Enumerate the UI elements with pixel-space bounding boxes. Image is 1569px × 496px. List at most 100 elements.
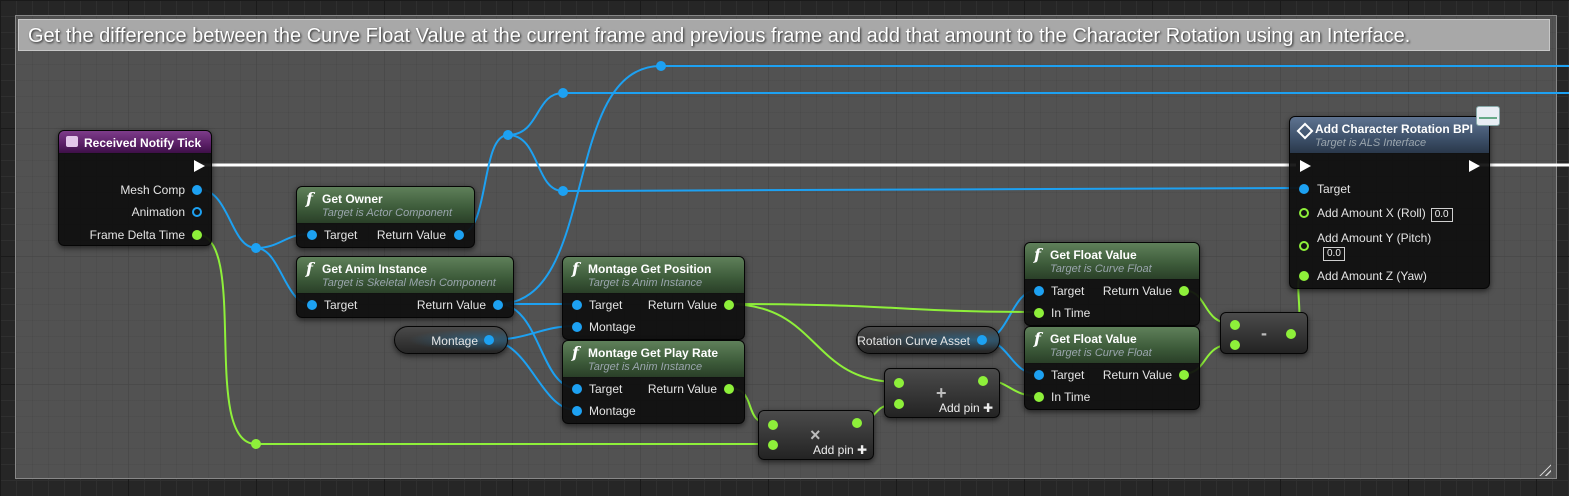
pin-target[interactable]: Target <box>589 382 622 396</box>
pin-target[interactable]: Target <box>324 228 357 242</box>
add-out[interactable] <box>978 376 988 386</box>
node-header[interactable]: f Montage Get Position Target is Anim In… <box>563 257 744 294</box>
node-title: Get Float Value <box>1050 332 1137 346</box>
node-subtitle: Target is Anim Instance <box>588 361 703 373</box>
node-header[interactable]: f Montage Get Play Rate Target is Anim I… <box>563 341 744 378</box>
node-header[interactable]: f Get Anim Instance Target is Skeletal M… <box>297 257 513 294</box>
add-in-b[interactable] <box>894 399 904 409</box>
node-title: Get Float Value <box>1050 248 1137 262</box>
node-title: Get Owner <box>322 192 383 206</box>
exec-out-pin[interactable] <box>194 160 205 172</box>
montage-variable-node[interactable]: Montage <box>394 326 508 354</box>
pin-amount-x[interactable]: Add Amount X (Roll) 0.0 <box>1317 206 1453 222</box>
subtract-in-b[interactable] <box>1230 340 1240 350</box>
pin-target-dot[interactable] <box>1299 184 1309 194</box>
pin-target[interactable]: Target <box>589 298 622 312</box>
pin-target[interactable]: Target <box>1051 368 1084 382</box>
rotation-curve-out-pin[interactable] <box>977 335 987 345</box>
comment-resize-grip[interactable] <box>1539 464 1551 476</box>
pin-target-dot[interactable] <box>572 300 582 310</box>
pin-amount-y[interactable]: Add Amount Y (Pitch) 0.0 <box>1317 231 1431 261</box>
multiply-in-b[interactable] <box>768 440 778 450</box>
pin-amount-y-dot[interactable] <box>1299 241 1309 251</box>
function-f-icon: f <box>572 343 579 362</box>
amount-y-input[interactable]: 0.0 <box>1323 247 1345 261</box>
pin-return-value-dot[interactable] <box>454 230 464 240</box>
pin-montage[interactable]: Montage <box>589 404 636 418</box>
pin-amount-x-dot[interactable] <box>1299 208 1309 218</box>
pin-target[interactable]: Target <box>1051 284 1084 298</box>
add-character-rotation-bpi-node[interactable]: Add Character Rotation BPI Target is ALS… <box>1289 116 1490 289</box>
pin-return-value[interactable]: Return Value <box>648 298 717 312</box>
rotation-curve-asset-node[interactable]: Rotation Curve Asset <box>856 326 1000 354</box>
exec-out-pin[interactable] <box>1469 160 1480 172</box>
pin-target-dot[interactable] <box>307 300 317 310</box>
subtract-node[interactable]: - <box>1220 312 1308 354</box>
pin-return-value[interactable]: Return Value <box>1103 284 1172 298</box>
add-pin-button[interactable]: Add pin ✚ <box>813 443 867 457</box>
exec-in-pin[interactable] <box>1300 160 1311 172</box>
add-pin-button[interactable]: Add pin ✚ <box>939 401 993 415</box>
add-in-a[interactable] <box>894 378 904 388</box>
pin-frame-delta-time[interactable]: Frame Delta Time <box>90 228 185 242</box>
pin-animation[interactable]: Animation <box>132 205 185 219</box>
pin-return-value-dot[interactable] <box>724 300 734 310</box>
received-notify-tick-node[interactable]: Received Notify Tick Mesh Comp Animation… <box>58 130 212 246</box>
pin-amount-z-dot[interactable] <box>1299 271 1309 281</box>
node-header[interactable]: f Get Float Value Target is Curve Float <box>1025 327 1199 364</box>
node-header[interactable]: Add Character Rotation BPI Target is ALS… <box>1290 117 1489 154</box>
pin-mesh-comp-dot[interactable] <box>192 185 202 195</box>
pin-return-value-dot[interactable] <box>724 384 734 394</box>
node-header[interactable]: Received Notify Tick <box>59 131 211 154</box>
pin-target-dot[interactable] <box>1034 286 1044 296</box>
node-header[interactable]: f Get Owner Target is Actor Component <box>297 187 474 224</box>
pin-return-value-dot[interactable] <box>493 300 503 310</box>
pin-target-dot[interactable] <box>1034 370 1044 380</box>
subtract-in-a[interactable] <box>1230 320 1240 330</box>
multiply-out[interactable] <box>852 418 862 428</box>
amount-x-input[interactable]: 0.0 <box>1430 208 1453 222</box>
get-float-value-node-1[interactable]: f Get Float Value Target is Curve Float … <box>1024 242 1200 326</box>
node-header[interactable]: f Get Float Value Target is Curve Float <box>1025 243 1199 280</box>
node-subtitle: Target is Skeletal Mesh Component <box>322 277 496 289</box>
event-icon <box>66 136 78 147</box>
envelope-icon <box>1476 106 1500 126</box>
node-subtitle: Target is Anim Instance <box>588 277 703 289</box>
pin-target-dot[interactable] <box>572 384 582 394</box>
pin-in-time-dot[interactable] <box>1034 308 1044 318</box>
pin-return-value-dot[interactable] <box>1179 286 1189 296</box>
pin-in-time[interactable]: In Time <box>1051 390 1090 404</box>
node-subtitle: Target is ALS Interface <box>1315 137 1427 149</box>
montage-get-position-node[interactable]: f Montage Get Position Target is Anim In… <box>562 256 745 340</box>
pin-mesh-comp[interactable]: Mesh Comp <box>120 183 185 197</box>
add-node[interactable]: + Add pin ✚ <box>884 368 1000 418</box>
multiply-in-a[interactable] <box>768 420 778 430</box>
pin-return-value-dot[interactable] <box>1179 370 1189 380</box>
pin-return-value[interactable]: Return Value <box>377 228 446 242</box>
pin-amount-z[interactable]: Add Amount Z (Yaw) <box>1317 269 1427 283</box>
pin-in-time-dot[interactable] <box>1034 392 1044 402</box>
pin-montage-dot[interactable] <box>572 406 582 416</box>
pin-return-value[interactable]: Return Value <box>1103 368 1172 382</box>
pin-animation-dot[interactable] <box>192 207 202 217</box>
pin-montage-dot[interactable] <box>572 322 582 332</box>
montage-out-pin[interactable] <box>484 335 494 345</box>
comment-header[interactable]: Get the difference between the Curve Flo… <box>18 19 1550 51</box>
node-title: Received Notify Tick <box>84 136 202 150</box>
subtract-out[interactable] <box>1286 329 1296 339</box>
multiply-node[interactable]: × Add pin ✚ <box>758 410 874 460</box>
pin-frame-delta-time-dot[interactable] <box>192 230 202 240</box>
function-f-icon: f <box>306 189 313 208</box>
pin-return-value[interactable]: Return Value <box>648 382 717 396</box>
get-owner-node[interactable]: f Get Owner Target is Actor Component Ta… <box>296 186 475 248</box>
pin-montage[interactable]: Montage <box>589 320 636 334</box>
pin-target-dot[interactable] <box>307 230 317 240</box>
pin-return-value[interactable]: Return Value <box>417 298 486 312</box>
node-title: Add Character Rotation BPI <box>1315 122 1474 136</box>
pin-in-time[interactable]: In Time <box>1051 306 1090 320</box>
montage-get-play-rate-node[interactable]: f Montage Get Play Rate Target is Anim I… <box>562 340 745 424</box>
pin-target[interactable]: Target <box>1317 182 1350 196</box>
get-anim-instance-node[interactable]: f Get Anim Instance Target is Skeletal M… <box>296 256 514 318</box>
get-float-value-node-2[interactable]: f Get Float Value Target is Curve Float … <box>1024 326 1200 410</box>
pin-target[interactable]: Target <box>324 298 357 312</box>
